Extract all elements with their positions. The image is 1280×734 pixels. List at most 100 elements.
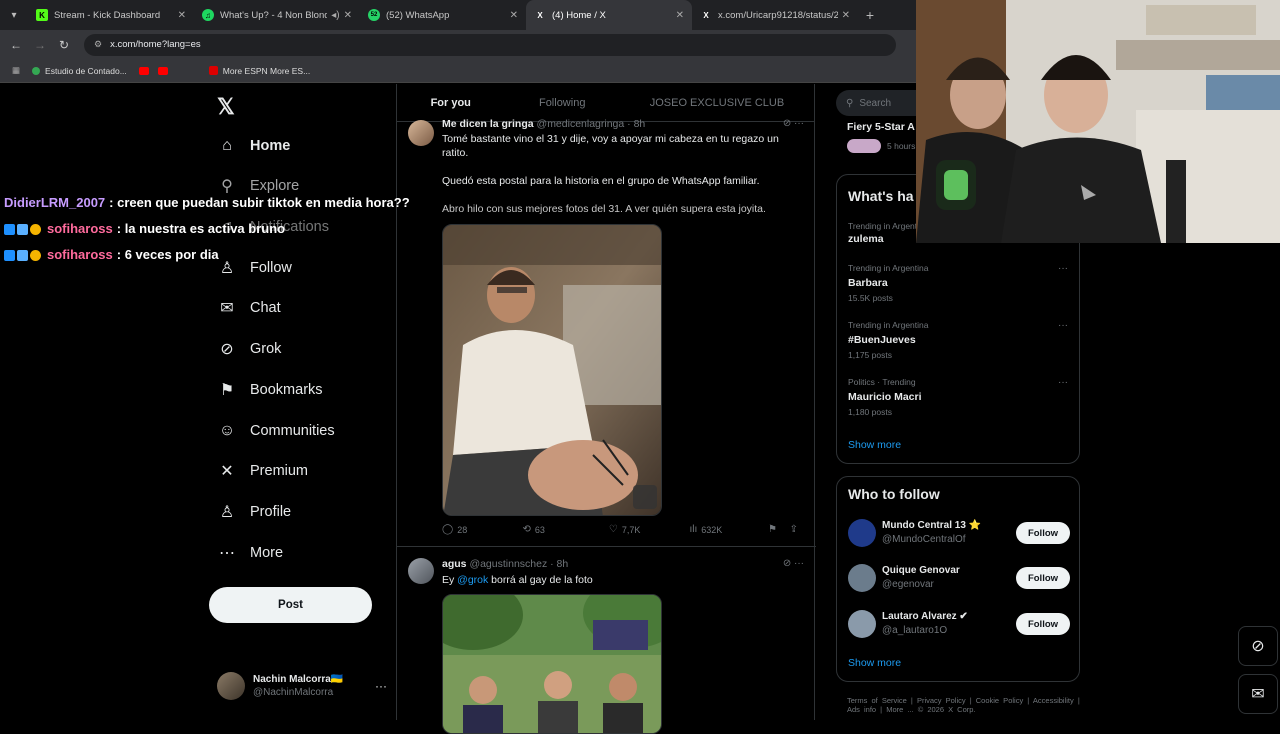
tab-for-you[interactable]: For you bbox=[397, 97, 504, 109]
url-input[interactable]: ⚙ x.com/home?lang=es bbox=[84, 33, 896, 56]
follow-button[interactable]: Follow bbox=[1016, 522, 1070, 544]
footer-links[interactable]: Terms of Service | Privacy Policy | Cook… bbox=[847, 696, 1080, 714]
tweet-header: Me dicen la gringa @medicenlagringa · 8h bbox=[442, 118, 645, 130]
trend-context: Trending in Argentina bbox=[848, 263, 929, 273]
x-logo-icon[interactable]: 𝕏 bbox=[217, 94, 235, 120]
tweet-actions: ◯ 28 ⟲ 63 ♡ 7,7K ılı 632K ⚑ ⇪ bbox=[442, 524, 802, 535]
tab-whatsapp[interactable]: 52 (52) WhatsApp ✕ bbox=[360, 0, 526, 30]
chat-username: sofihaross bbox=[47, 247, 113, 262]
tab-following[interactable]: Following bbox=[504, 97, 619, 109]
close-icon[interactable]: ✕ bbox=[842, 10, 850, 21]
tab-kick[interactable]: K Stream - Kick Dashboard ✕ bbox=[28, 0, 194, 30]
account-switcher[interactable]: Nachin Malcorra🇺🇦 @NachinMalcorra ··· bbox=[217, 672, 387, 700]
suggestion-handle: @egenovar bbox=[882, 579, 934, 590]
mention-link[interactable]: @grok bbox=[457, 574, 488, 586]
grok-icon: ⊘ bbox=[220, 341, 234, 358]
panel-title: Who to follow bbox=[848, 486, 940, 502]
back-icon[interactable]: ← bbox=[4, 38, 28, 52]
youtube-bookmark-1[interactable] bbox=[138, 66, 154, 75]
bookmark-estudio[interactable]: Estudio de Contado... bbox=[32, 66, 127, 76]
tab-title: x.com/Uricarp91218/status/20 bbox=[718, 9, 838, 21]
suggestion-name: Lautaro Alvarez ✔ bbox=[882, 611, 968, 622]
repost-button[interactable]: ⟲ 63 bbox=[523, 524, 609, 535]
reply-button[interactable]: ◯ 28 bbox=[442, 524, 523, 535]
home-icon: ⌂ bbox=[222, 137, 232, 154]
author-handle[interactable]: @agustinnschez · 8h bbox=[469, 558, 568, 570]
nav-communities[interactable]: ☺ Communities bbox=[217, 416, 335, 446]
more-icon[interactable]: ··· bbox=[375, 679, 387, 693]
tweet-photo[interactable] bbox=[442, 594, 662, 734]
tweet[interactable]: Me dicen la gringa @medicenlagringa · 8h… bbox=[397, 118, 816, 547]
post-button[interactable]: Post bbox=[209, 587, 372, 623]
author-handle[interactable]: @medicenlagringa · 8h bbox=[537, 118, 646, 130]
views-button[interactable]: ılı 632K bbox=[689, 524, 768, 535]
bookmark-espn[interactable]: More ESPN More ES... bbox=[208, 66, 310, 76]
chat-badges bbox=[4, 223, 43, 235]
tab-spotify[interactable]: ♫ What's Up? - 4 Non Blonde ◂) ✕ bbox=[194, 0, 360, 30]
follow-suggestion[interactable]: Mundo Central 13 ⭐ @MundoCentralOf Follow bbox=[848, 515, 1070, 551]
more-icon[interactable]: ⊘ ··· bbox=[783, 558, 804, 569]
heart-icon: ♡ bbox=[608, 524, 618, 535]
site-info-icon[interactable]: ⚙ bbox=[94, 39, 102, 50]
follow-suggestion[interactable]: Quique Genovar @egenovar Follow bbox=[848, 560, 1070, 596]
more-icon[interactable]: ⊘ ··· bbox=[783, 118, 804, 129]
avatar bbox=[848, 519, 876, 547]
nav-bookmarks[interactable]: ⚑ Bookmarks bbox=[217, 375, 323, 405]
grok-float-icon[interactable]: ⊘ bbox=[1238, 626, 1278, 666]
speaker-icon[interactable]: ◂) bbox=[331, 10, 339, 21]
nav-profile[interactable]: ♙ Profile bbox=[217, 497, 291, 527]
follow-suggestion[interactable]: Lautaro Alvarez ✔ @a_lautaro1O Follow bbox=[848, 606, 1070, 642]
tweet-photo[interactable] bbox=[442, 224, 662, 516]
browser-tab-strip: ▾ K Stream - Kick Dashboard ✕ ♫ What's U… bbox=[0, 0, 916, 30]
close-icon[interactable]: ✕ bbox=[344, 10, 352, 21]
trend-item[interactable]: Trending in Argentina Barbara 15.5K post… bbox=[848, 263, 1068, 303]
author-name[interactable]: agus bbox=[442, 558, 467, 570]
avatar[interactable] bbox=[408, 120, 434, 146]
apps-icon[interactable]: ▦ bbox=[12, 65, 20, 76]
tab-x-status[interactable]: X x.com/Uricarp91218/status/20 ✕ bbox=[692, 0, 858, 30]
account-name: Nachin Malcorra🇺🇦 bbox=[253, 674, 344, 685]
tab-title: Stream - Kick Dashboard bbox=[54, 9, 161, 21]
nav-home[interactable]: ⌂ Home bbox=[217, 131, 290, 161]
more-icon[interactable]: ··· bbox=[1058, 320, 1068, 331]
tweet[interactable]: agus @agustinnschez · 8h ⊘ ··· Ey @grok … bbox=[397, 548, 816, 734]
bookmark-button[interactable]: ⚑ bbox=[768, 524, 790, 535]
show-more-link[interactable]: Show more bbox=[848, 439, 901, 451]
nav-more[interactable]: ⋯ More bbox=[217, 538, 283, 568]
more-icon[interactable]: ··· bbox=[1058, 377, 1068, 388]
more-icon[interactable]: ··· bbox=[1058, 263, 1068, 274]
trend-item[interactable]: Trending in Argentina #BuenJueves 1,175 … bbox=[848, 320, 1068, 360]
avatar-group bbox=[847, 139, 881, 153]
nav-grok[interactable]: ⊘ Grok bbox=[217, 334, 281, 364]
trend-item[interactable]: Politics · Trending Mauricio Macri 1,180… bbox=[848, 377, 1068, 417]
repost-count: 63 bbox=[534, 524, 545, 535]
close-icon[interactable]: ✕ bbox=[510, 10, 518, 21]
messages-float-icon[interactable]: ✉ bbox=[1238, 674, 1278, 714]
photo-illustration bbox=[443, 225, 661, 515]
chat-message: DidierLRM_2007 : creen que puedan subir … bbox=[4, 190, 410, 216]
chat-username: sofihaross bbox=[47, 221, 113, 236]
partial-card-title[interactable]: Fiery 5-Star A bbox=[847, 121, 915, 133]
follow-button[interactable]: Follow bbox=[1016, 613, 1070, 635]
reply-icon: ◯ bbox=[442, 524, 454, 535]
tab-search-icon[interactable]: ▾ bbox=[0, 0, 28, 30]
nav-premium[interactable]: ✕ Premium bbox=[217, 456, 308, 486]
avatar[interactable] bbox=[408, 558, 434, 584]
show-more-link[interactable]: Show more bbox=[848, 657, 901, 669]
nav-label: Home bbox=[250, 138, 291, 154]
tab-x-home[interactable]: X (4) Home / X ✕ bbox=[526, 0, 692, 30]
nav-chat[interactable]: ✉ Chat bbox=[217, 293, 280, 323]
follow-button[interactable]: Follow bbox=[1016, 567, 1070, 589]
bookmarks-bar: ▦ Estudio de Contado... More ESPN More E… bbox=[0, 59, 916, 83]
forward-icon[interactable]: → bbox=[28, 38, 52, 52]
chat-icon: ✉ bbox=[220, 300, 234, 317]
reload-icon[interactable]: ↻ bbox=[52, 38, 76, 52]
author-name[interactable]: Me dicen la gringa bbox=[442, 118, 534, 130]
close-icon[interactable]: ✕ bbox=[178, 10, 186, 21]
like-button[interactable]: ♡ 7,7K bbox=[609, 524, 690, 535]
share-button[interactable]: ⇪ bbox=[790, 524, 802, 535]
new-tab-icon[interactable]: + bbox=[858, 7, 882, 23]
youtube-bookmark-2[interactable] bbox=[157, 66, 173, 75]
close-icon[interactable]: ✕ bbox=[676, 10, 684, 21]
tab-joseo-club[interactable]: JOSEO EXCLUSIVE CLUB bbox=[620, 97, 814, 109]
